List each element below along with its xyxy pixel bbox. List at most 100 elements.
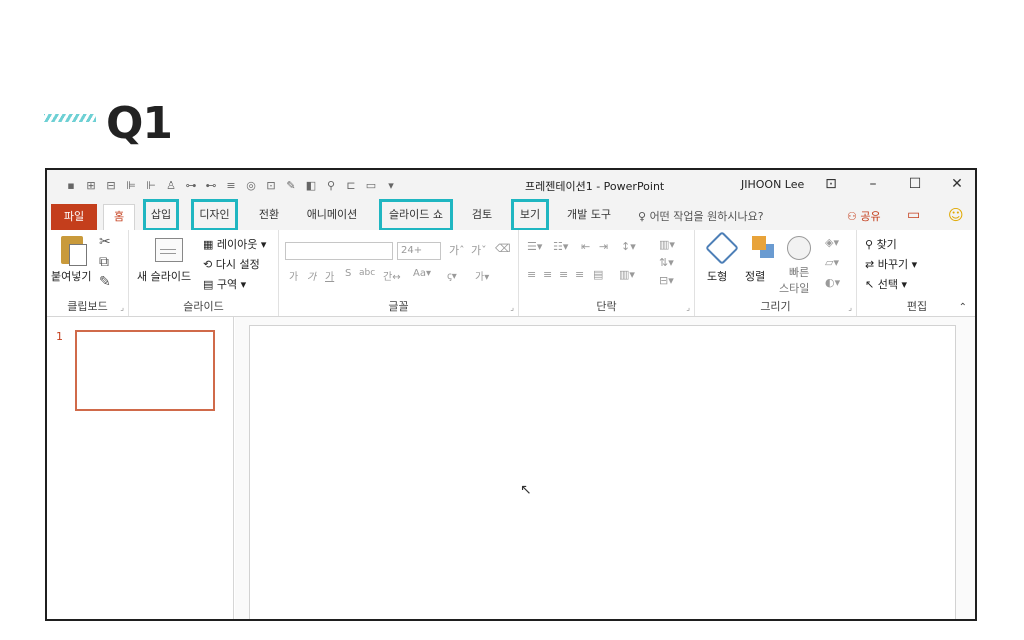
distributed-icon[interactable]: ▤ [593, 268, 603, 281]
slide-canvas[interactable] [249, 325, 956, 619]
line-spacing-icon[interactable]: ↕▾ [621, 240, 636, 253]
new-slide-button[interactable]: 새 슬라이드 [137, 268, 191, 284]
distribute-icon[interactable]: ⊩ [143, 177, 159, 193]
reset-button[interactable]: ⟲ 다시 설정 [203, 256, 260, 272]
font-name-combo[interactable] [285, 242, 393, 260]
tab-transitions[interactable]: 전환 [249, 200, 289, 230]
chart-icon[interactable]: ⊞ [83, 177, 99, 193]
align-left-icon[interactable]: ≡ [527, 268, 536, 281]
text-direction-icon[interactable]: ⇅▾ [659, 256, 674, 269]
title-bar: ▪ ⊞ ⊟ ⊫ ⊩ ♙ ⊶ ⊷ ≡ ◎ ⊡ ✎ ◧ ⚲ ⊏ ▭ ▾ 프레젠테이션… [47, 170, 975, 200]
spacing2-icon[interactable]: ⊷ [203, 177, 219, 193]
format-icon[interactable]: ⊡ [263, 177, 279, 193]
ribbon-tab-bar: 파일 홈 삽입 디자인 전환 애니메이션 슬라이드 쇼 검토 보기 개발 도구 … [47, 199, 975, 231]
tab-animations[interactable]: 애니메이션 [299, 200, 365, 230]
char-spacing-icon[interactable]: 간↔ [383, 268, 401, 283]
view-icon[interactable]: ◧ [303, 177, 319, 193]
quick-styles-label-2[interactable]: 스타일 [779, 280, 809, 296]
dialog-launcher-icon[interactable]: ⌟ [120, 303, 124, 312]
bullets-icon[interactable]: ☰▾ [527, 240, 542, 253]
tab-home[interactable]: 홈 [103, 204, 135, 230]
new-slide-icon[interactable] [155, 238, 183, 262]
find-button[interactable]: ⚲ 찾기 [865, 236, 897, 252]
strikethrough-icon[interactable]: abc [359, 268, 375, 278]
dialog-launcher-icon[interactable]: ⌟ [510, 303, 514, 312]
arrange-icon[interactable] [752, 236, 766, 250]
spacing-icon[interactable]: ⊶ [183, 177, 199, 193]
tab-developer[interactable]: 개발 도구 [560, 200, 618, 230]
shrink-font-icon[interactable]: 가ˇ [471, 242, 487, 258]
bold-icon[interactable]: 가 [289, 268, 298, 283]
align-right-icon[interactable]: ≡ [559, 268, 568, 281]
clear-format-icon[interactable]: ⌫ [495, 242, 511, 255]
align-icon[interactable]: ⊫ [123, 177, 139, 193]
change-case-icon[interactable]: Aa▾ [413, 268, 431, 279]
slide-thumbnail[interactable] [75, 330, 215, 411]
minimize-icon[interactable]: – [861, 174, 885, 194]
grow-font-icon[interactable]: 가ˆ [449, 242, 465, 258]
quick-styles-label-1[interactable]: 빠른 [789, 264, 809, 280]
font-color-icon[interactable]: 가▾ [475, 268, 489, 283]
paste-button[interactable]: 붙여넣기 [51, 268, 91, 284]
ribbon-home: 붙여넣기 ✂ ⧉ ✎ 클립보드 ⌟ 새 슬라이드 ▦ 레이아웃 ▾ ⟲ 다시 설… [47, 230, 975, 317]
comments-icon[interactable]: ▭ [907, 207, 920, 223]
format-painter-icon[interactable]: ✎ [99, 274, 111, 290]
increase-indent-icon[interactable]: ⇥ [599, 240, 608, 253]
paste-paper-icon [69, 244, 87, 266]
more-icon[interactable]: ▾ [383, 177, 399, 193]
align-center-icon[interactable]: ≡ [543, 268, 552, 281]
tab-insert[interactable]: 삽입 [143, 199, 179, 231]
columns2-icon[interactable]: ▥▾ [619, 268, 635, 281]
cut-icon[interactable]: ✂ [99, 234, 111, 250]
replace-button[interactable]: ⇄ 바꾸기 ▾ [865, 256, 917, 272]
tab-review[interactable]: 검토 [462, 200, 502, 230]
numbering-icon[interactable]: ☷▾ [553, 240, 568, 253]
tab-design[interactable]: 디자인 [191, 199, 238, 231]
smiley-icon[interactable]: ☺ [948, 206, 964, 224]
frame-icon[interactable]: ⊏ [343, 177, 359, 193]
ribbon-display-icon[interactable]: ⊡ [819, 174, 843, 194]
decrease-indent-icon[interactable]: ⇤ [581, 240, 590, 253]
shape-effects-icon[interactable]: ◐▾ [825, 276, 840, 289]
save-icon[interactable]: ▪ [63, 177, 79, 193]
dialog-launcher-icon[interactable]: ⌟ [686, 303, 690, 312]
shapes-icon[interactable] [705, 231, 739, 265]
copy-icon[interactable]: ⧉ [99, 254, 109, 270]
shadow-icon[interactable]: S [345, 268, 351, 279]
shape-fill-icon[interactable]: ◈▾ [825, 236, 839, 249]
brush-icon[interactable]: ✎ [283, 177, 299, 193]
smartart-icon[interactable]: ⊟▾ [659, 274, 674, 287]
columns-icon[interactable]: ▥▾ [659, 238, 675, 251]
section-label: 구역 [216, 278, 238, 291]
shape-outline-icon[interactable]: ▱▾ [825, 256, 839, 269]
lines-icon[interactable]: ≡ [223, 177, 239, 193]
quick-styles-icon[interactable] [787, 236, 811, 260]
tab-slideshow[interactable]: 슬라이드 쇼 [379, 199, 453, 231]
select-button[interactable]: ↖ 선택 ▾ [865, 276, 907, 292]
question-heading: Q1 [106, 98, 173, 149]
italic-icon[interactable]: 가 [307, 268, 316, 283]
layout-icon[interactable]: ▭ [363, 177, 379, 193]
person-icon[interactable]: ♙ [163, 177, 179, 193]
shape-icon[interactable]: ◎ [243, 177, 259, 193]
slide-editor [235, 317, 975, 619]
highlight-icon[interactable]: ꞔ▾ [447, 268, 457, 282]
tab-file[interactable]: 파일 [51, 204, 97, 230]
arrange-button[interactable]: 정렬 [745, 268, 765, 284]
dialog-launcher-icon[interactable]: ⌟ [848, 303, 852, 312]
close-icon[interactable]: ✕ [945, 174, 969, 194]
table-icon[interactable]: ⊟ [103, 177, 119, 193]
share-button[interactable]: ⚇ 공유 [847, 208, 881, 224]
justify-icon[interactable]: ≡ [575, 268, 584, 281]
collapse-ribbon-icon[interactable]: ⌃ [959, 302, 967, 313]
tell-me-search[interactable]: ♀ 어떤 작업을 원하시나요? [638, 208, 764, 224]
font-size-combo[interactable]: 24+ [397, 242, 441, 260]
shapes-button[interactable]: 도형 [707, 268, 727, 284]
tab-view[interactable]: 보기 [511, 199, 549, 231]
layout-button[interactable]: ▦ 레이아웃 ▾ [203, 236, 266, 252]
maximize-icon[interactable]: ☐ [903, 174, 927, 194]
underline-icon[interactable]: 가 [325, 268, 334, 283]
section-button[interactable]: ▤ 구역 ▾ [203, 276, 246, 292]
user-name[interactable]: JIHOON Lee [741, 178, 804, 191]
link-icon[interactable]: ⚲ [323, 177, 339, 193]
